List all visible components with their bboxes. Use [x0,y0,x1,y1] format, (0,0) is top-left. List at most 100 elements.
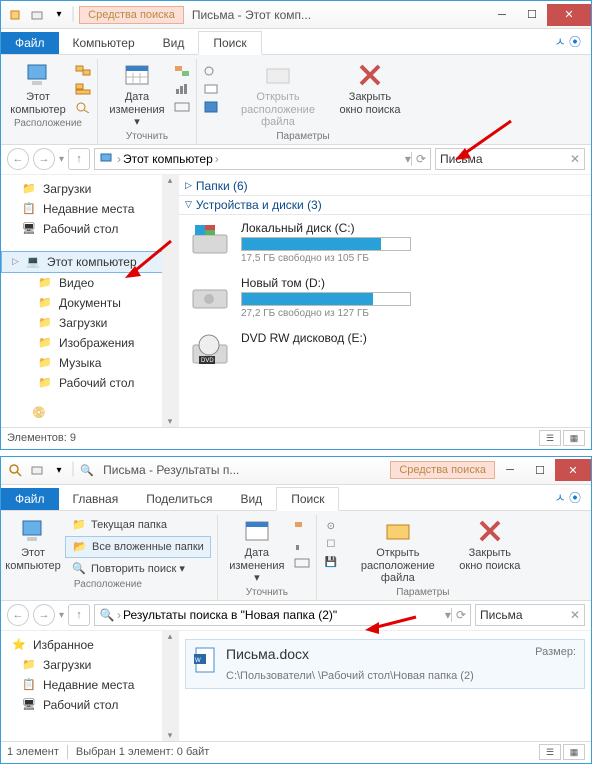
nav-videos[interactable]: 📁Видео [1,273,178,293]
nav-downloads-2[interactable]: 📁Загрузки [1,655,178,675]
search-tools-context-tab-2[interactable]: Средства поиска [390,461,495,479]
nav-downloads[interactable]: 📁Загрузки [1,179,178,199]
status-bar-2: 1 элемент Выбран 1 элемент: 0 байт ☰ ▦ [1,741,591,763]
search-result-item[interactable]: W Письма.docx Размер: C:\Пользователи\ \… [185,639,585,689]
nav-forward-2[interactable]: → [33,604,55,626]
address-box-2[interactable]: 🔍 › Результаты поиска в "Новая папка (2)… [94,604,471,626]
qat-dropdown[interactable]: ▾ [49,5,69,25]
addr-this-pc[interactable]: Этот компьютер [123,152,213,166]
search-scope-icon-c[interactable] [75,99,91,115]
refresh-icon[interactable]: ⟳ [411,152,426,166]
nav-favorites[interactable]: ⭐Избранное [1,635,178,655]
nav-forward[interactable]: → [33,148,55,170]
btn-repeat-search[interactable]: 🔍Повторить поиск ▾ [65,559,211,579]
nav-downloads2[interactable]: 📁Загрузки [1,313,178,333]
search-text-2: Письма [480,608,570,622]
nav-recent[interactable]: 📋Недавние места [1,199,178,219]
nav-history-dropdown[interactable]: ▾ [59,154,64,165]
btn-date-modified[interactable]: Дата изменения ▾ [104,59,170,131]
btn-current-folder[interactable]: 📁Текущая папка [65,515,211,535]
group-params-label: Параметры [276,131,329,142]
desktop-icon: 🖥 [21,221,37,237]
search-tools-context-tab[interactable]: Средства поиска [79,6,184,24]
nav-desktop[interactable]: 🖥Рабочий стол [1,219,178,239]
nav-recent-2[interactable]: 📋Недавние места [1,675,178,695]
btn-close-search-2[interactable]: Закрыть окно поиска [457,515,523,574]
minimize-button-2[interactable]: ─ [495,459,525,481]
qat-dropdown-2[interactable]: ▾ [49,460,69,480]
btn-close-search[interactable]: Закрыть окно поиска [337,59,403,118]
view-icons-icon-2[interactable]: ▦ [563,744,585,760]
qat-icon-2b[interactable] [27,460,47,480]
view-details-icon[interactable]: ☰ [539,430,561,446]
qat-icon-1[interactable] [5,5,25,25]
refine-other-icon[interactable] [174,99,190,115]
nav-back[interactable]: ← [7,148,29,170]
tab-view[interactable]: Вид [149,32,199,54]
nav-music[interactable]: 📁Музыка [1,353,178,373]
save-search-icon[interactable] [203,99,219,115]
refresh-icon-2[interactable]: ⟳ [451,608,466,622]
view-icons-icon[interactable]: ▦ [563,430,585,446]
nav-desktop2[interactable]: 📁Рабочий стол [1,373,178,393]
refine-other-icon-2[interactable] [294,555,310,571]
tab-home[interactable]: Главная [59,488,133,510]
nav-documents[interactable]: 📁Документы [1,293,178,313]
address-box[interactable]: › Этот компьютер › ▾ ⟳ [94,148,431,170]
adv-icon-2[interactable]: ☐ [323,537,339,553]
nav-desktop-2[interactable]: 🖥Рабочий стол [1,695,178,715]
tab-search-2[interactable]: Поиск [276,487,339,511]
drive-c-row[interactable]: Локальный диск (C:) 17,5 ГБ свободно из … [179,215,591,270]
minimize-button[interactable]: ─ [487,4,517,26]
btn-this-pc[interactable]: Этот компьютер [5,59,71,118]
ribbon-collapse-2[interactable]: ㅅ ⦿ [545,485,591,510]
ribbon-collapse[interactable]: ㅅ ⦿ [545,29,591,54]
tab-view-2[interactable]: Вид [226,488,276,510]
search-box-1[interactable]: Письма ✕ [435,148,585,170]
tab-file[interactable]: Файл [1,32,59,54]
recent-icon-2[interactable]: ⊙ [323,519,339,535]
clear-search-icon[interactable]: ✕ [570,152,580,166]
search-scope-icon-a[interactable] [75,63,91,79]
qat-icon-2[interactable] [27,5,47,25]
clear-search-icon-2[interactable]: ✕ [570,608,580,622]
nav-this-pc[interactable]: ▷💻Этот компьютер [1,251,178,273]
nav-history-dropdown-2[interactable]: ▾ [59,610,64,621]
refine-kind-icon[interactable] [174,63,190,79]
group-folders[interactable]: ▷Папки (6) [179,177,591,196]
refine-size-icon-2[interactable] [294,537,310,553]
refine-kind-icon-2[interactable] [294,519,310,535]
btn-open-location-2[interactable]: Открыть расположение файла [343,515,453,587]
nav-item-extra[interactable]: 📀 [1,403,178,423]
close-button-2[interactable]: ✕ [555,459,591,481]
search-glass-icon[interactable] [5,460,25,480]
search-scope-icon-b[interactable] [75,81,91,97]
nav-pictures[interactable]: 📁Изображения [1,333,178,353]
btn-all-subfolders[interactable]: 📂Все вложенные папки [65,536,211,558]
drive-d-row[interactable]: Новый том (D:) 27,2 ГБ свободно из 127 Г… [179,270,591,325]
tab-computer[interactable]: Компьютер [59,32,149,54]
close-button[interactable]: ✕ [547,4,591,26]
view-details-icon-2[interactable]: ☰ [539,744,561,760]
btn-date-modified-2[interactable]: Дата изменения ▾ [224,515,290,587]
advanced-options-icon[interactable] [203,81,219,97]
nav-scrollbar[interactable]: ▴▾ [162,175,178,427]
maximize-button-2[interactable]: ☐ [525,459,555,481]
nav-scrollbar-2[interactable]: ▴▾ [162,631,178,741]
group-devices[interactable]: ▽Устройства и диски (3) [179,196,591,215]
maximize-button[interactable]: ☐ [517,4,547,26]
search-box-2[interactable]: Письма ✕ [475,604,585,626]
nav-up[interactable]: ↑ [68,148,90,170]
nav-back-2[interactable]: ← [7,604,29,626]
dvd-row[interactable]: DVD DVD RW дисковод (E:) [179,325,591,379]
tab-share[interactable]: Поделиться [132,488,226,510]
refine-size-icon[interactable] [174,81,190,97]
tab-search[interactable]: Поиск [198,31,261,55]
recent-searches-icon[interactable] [203,63,219,79]
nav-up-2[interactable]: ↑ [68,604,90,626]
btn-this-pc-2[interactable]: Этот компьютер [5,515,61,574]
music-icon: 📁 [37,355,53,371]
star-icon: ⭐ [11,637,27,653]
tab-file-2[interactable]: Файл [1,488,59,510]
save-icon-2[interactable]: 💾 [323,555,339,571]
